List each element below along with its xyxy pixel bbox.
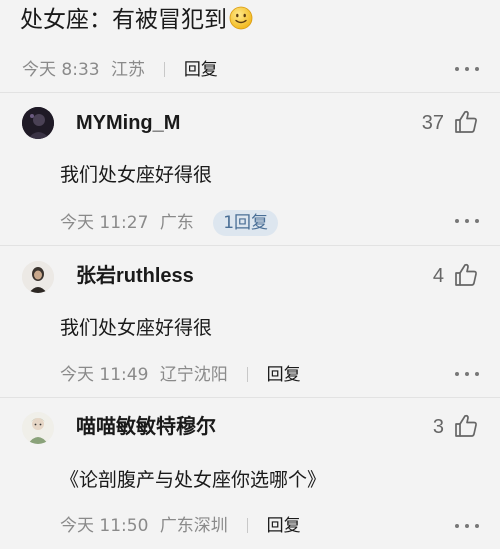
avatar-image — [22, 412, 54, 444]
comment-time: 今天 11:27 — [60, 213, 149, 233]
thumbs-up-icon[interactable] — [453, 413, 479, 439]
reply-button[interactable]: 回复 — [267, 516, 301, 536]
comment-username[interactable]: 喵喵敏敏特穆尔 — [76, 414, 216, 440]
comment-time: 今天 11:50 — [60, 516, 149, 536]
comment-text: 《论剖腹产与处女座你选哪个》 — [60, 469, 327, 491]
thumbs-up-icon[interactable] — [453, 109, 479, 135]
post-location: 江苏 — [111, 60, 145, 80]
avatar[interactable] — [22, 412, 54, 444]
post-meta: 今天 8:33 江苏 回复 — [22, 59, 218, 81]
comment-time: 今天 11:49 — [60, 365, 149, 385]
comment-username[interactable]: 张岩ruthless — [76, 263, 194, 289]
divider — [0, 245, 500, 246]
comment-meta: 今天 11:27 广东 1回复 — [60, 210, 279, 236]
comment-more-icon[interactable] — [455, 218, 479, 224]
avatar-image — [22, 107, 54, 139]
post-reply-button[interactable]: 回复 — [184, 60, 218, 80]
comment-meta: 今天 11:49 辽宁沈阳 回复 — [60, 364, 301, 386]
comment-username[interactable]: MYMing_M — [76, 110, 180, 136]
thumbs-up-icon[interactable] — [453, 262, 479, 288]
meta-separator — [247, 518, 249, 533]
avatar[interactable] — [22, 261, 54, 293]
post-text: 处女座：有被冒犯到 — [20, 7, 227, 33]
reply-count-button[interactable]: 1回复 — [213, 210, 279, 236]
divider — [0, 397, 500, 398]
post-more-icon[interactable] — [455, 66, 479, 72]
comment-location: 广东深圳 — [159, 516, 228, 536]
comment-text: 我们处女座好得很 — [60, 317, 213, 339]
like-count: 4 — [432, 265, 444, 287]
comment-meta: 今天 11:50 广东深圳 回复 — [60, 515, 301, 537]
post-content: 处女座：有被冒犯到 — [20, 5, 253, 35]
smiley-face-icon — [229, 6, 253, 30]
reply-button[interactable]: 回复 — [267, 365, 301, 385]
comment-more-icon[interactable] — [455, 523, 479, 529]
avatar-image — [22, 261, 54, 293]
post-time: 今天 8:33 — [22, 60, 100, 80]
like-count: 3 — [432, 416, 444, 438]
comment-location: 广东 — [159, 213, 194, 233]
avatar[interactable] — [22, 107, 54, 139]
comment-text: 我们处女座好得很 — [60, 164, 213, 186]
like-count: 37 — [421, 112, 444, 134]
meta-separator — [247, 367, 249, 382]
comment-more-icon[interactable] — [455, 371, 479, 377]
divider — [0, 92, 500, 93]
meta-separator — [164, 62, 166, 77]
comment-location: 辽宁沈阳 — [159, 365, 228, 385]
